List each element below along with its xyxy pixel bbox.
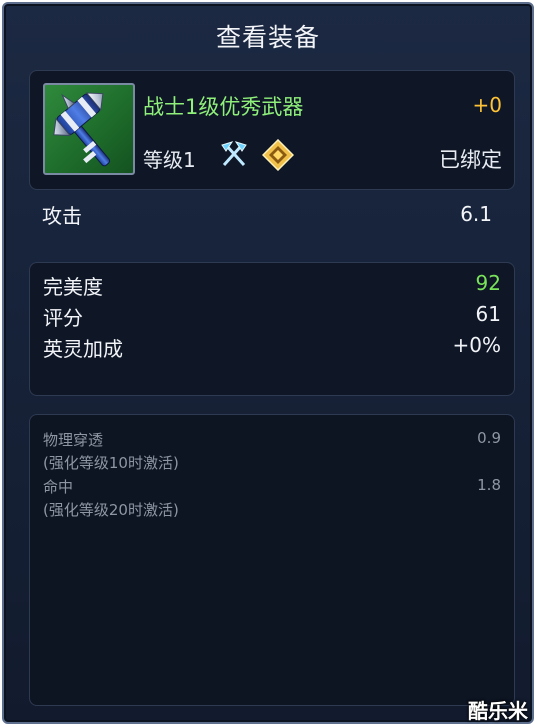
- gold-diamond-icon: [261, 138, 295, 172]
- enhance-level: +0: [472, 93, 502, 117]
- score-label: 评分: [43, 306, 83, 330]
- item-header-panel: 战士1级优秀武器 +0 等级1 已绑定: [29, 70, 515, 190]
- bonus-condition: (强化等级10时激活): [43, 454, 179, 472]
- bonus-name: 物理穿透: [43, 431, 104, 449]
- perfection-value: 92: [475, 271, 501, 295]
- bonus-value: 1.8: [477, 476, 501, 494]
- bonus-name: 命中: [43, 478, 74, 496]
- stats-panel: 完美度 92 评分 61 英灵加成 +0%: [29, 262, 515, 396]
- attack-value: 6.1: [460, 202, 492, 226]
- watermark: 酷乐米: [468, 699, 528, 723]
- equipment-window: 查看装备 战士1级优秀武器 +0 等级1 已绑定 攻击 6.1 完美度 92 评…: [2, 2, 534, 724]
- score-value: 61: [475, 302, 501, 326]
- item-level: 等级1: [143, 148, 196, 172]
- bonus-value: 0.9: [477, 429, 501, 447]
- bind-status: 已绑定: [439, 148, 502, 172]
- hammer-weapon-icon: [53, 92, 111, 167]
- hero-bonus-label: 英灵加成: [43, 337, 123, 361]
- item-name: 战士1级优秀武器: [143, 95, 304, 119]
- window-title: 查看装备: [215, 23, 320, 52]
- bonus-condition: (强化等级20时激活): [43, 501, 179, 519]
- item-icon-frame[interactable]: [43, 83, 135, 175]
- attack-label: 攻击: [42, 204, 82, 228]
- hero-bonus-value: +0%: [452, 333, 502, 357]
- crossed-axes-icon: [218, 139, 250, 171]
- perfection-label: 完美度: [43, 275, 103, 299]
- bonus-attributes-panel: 物理穿透 0.9 (强化等级10时激活) 命中 1.8 (强化等级20时激活): [29, 414, 515, 706]
